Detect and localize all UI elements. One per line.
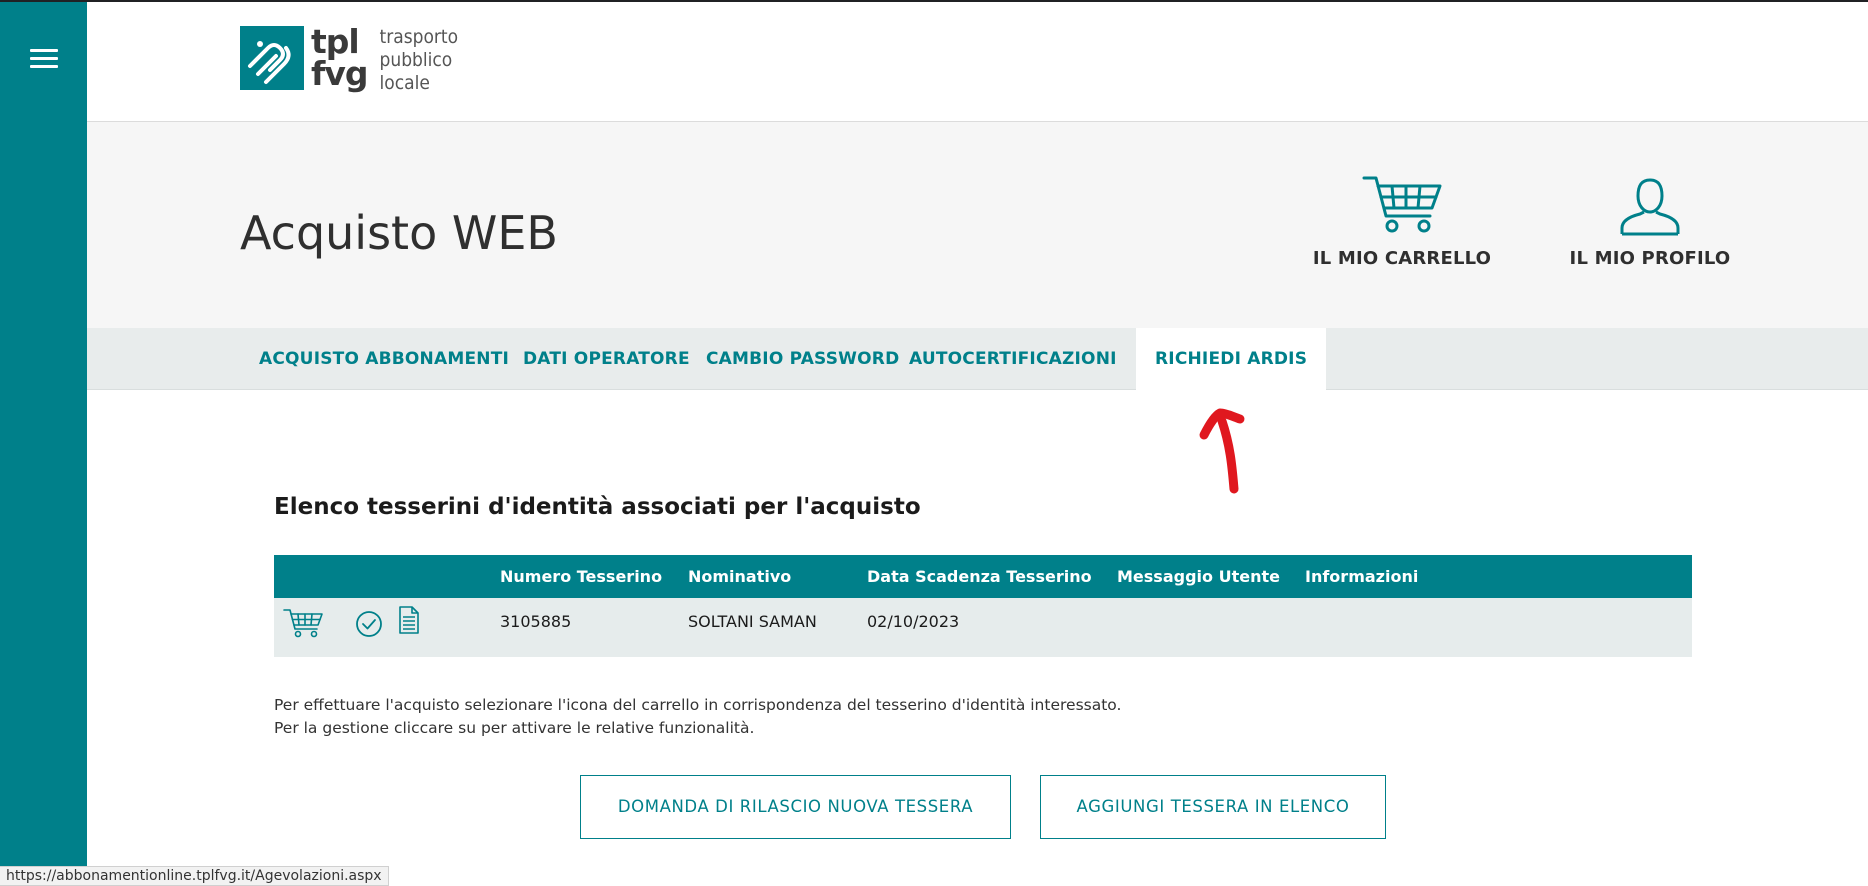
instructions: Per effettuare l'acquisto selezionare l'… [274,694,1121,740]
tab-acquisto-abbonamenti[interactable]: ACQUISTO ABBONAMENTI [240,328,528,390]
cart-icon[interactable] [283,607,323,643]
col-messaggio-utente: Messaggio Utente [1117,567,1280,586]
site-logo[interactable]: tpl fvg trasporto pubblico locale [240,25,459,95]
logo-brand-line2: fvg [311,54,368,93]
my-profile-link[interactable]: IL MIO PROFILO [1550,172,1750,269]
table-header: Numero Tesserino Nominativo Data Scadenz… [274,555,1692,598]
page-title: Acquisto WEB [240,206,558,260]
my-cart-link[interactable]: IL MIO CARRELLO [1302,172,1502,269]
instructions-line-1: Per effettuare l'acquisto selezionare l'… [274,696,1122,714]
my-cart-label: IL MIO CARRELLO [1312,248,1492,269]
add-card-button[interactable]: AGGIUNGI TESSERA IN ELENCO [1040,775,1386,839]
user-icon [1550,172,1750,236]
site-header: tpl fvg trasporto pubblico locale [87,2,1868,122]
cell-nominativo: SOLTANI SAMAN [688,612,817,631]
col-data-scadenza: Data Scadenza Tesserino [867,567,1092,586]
section-title: Elenco tesserini d'identità associati pe… [274,494,921,520]
my-profile-label: IL MIO PROFILO [1569,248,1731,269]
menu-icon[interactable] [30,49,58,69]
logo-tagline-3: locale [379,72,430,94]
logo-tagline-1: trasporto [379,26,459,48]
tab-cambio-password[interactable]: CAMBIO PASSWORD [687,328,918,390]
tab-autocertificazioni[interactable]: AUTOCERTIFICAZIONI [890,328,1136,390]
main-tabs: ACQUISTO ABBONAMENTI DATI OPERATORE CAMB… [87,328,1868,390]
tab-richiedi-ardis[interactable]: RICHIEDI ARDIS [1136,328,1327,390]
check-circle-icon[interactable] [355,610,383,642]
tab-dati-operatore[interactable]: DATI OPERATORE [504,328,709,390]
instructions-line-2: Per la gestione cliccare su per attivare… [274,719,755,737]
logo-tagline-2: pubblico [379,49,453,71]
id-cards-table: Numero Tesserino Nominativo Data Scadenz… [274,555,1692,657]
cart-icon [1302,172,1502,236]
table-row: 3105885 SOLTANI SAMAN 02/10/2023 [274,598,1692,657]
logo-tagline: trasporto pubblico locale [380,26,459,95]
cell-numero: 3105885 [500,612,572,631]
new-card-request-button[interactable]: DOMANDA DI RILASCIO NUOVA TESSERA [580,775,1011,839]
logo-brand: tpl fvg [311,25,368,93]
sidebar [0,2,87,886]
hero-band: Acquisto WEB IL MIO CARRELLO IL MIO PROF… [87,122,1868,328]
logo-mark-icon [240,26,304,90]
status-url: https://abbonamentionline.tplfvg.it/Agev… [0,866,389,886]
col-numero-tesserino: Numero Tesserino [500,567,663,586]
col-informazioni: Informazioni [1305,567,1419,586]
cell-scadenza: 02/10/2023 [867,612,960,631]
col-nominativo: Nominativo [688,567,792,586]
document-icon[interactable] [398,606,420,638]
annotation-arrow [1199,408,1245,494]
